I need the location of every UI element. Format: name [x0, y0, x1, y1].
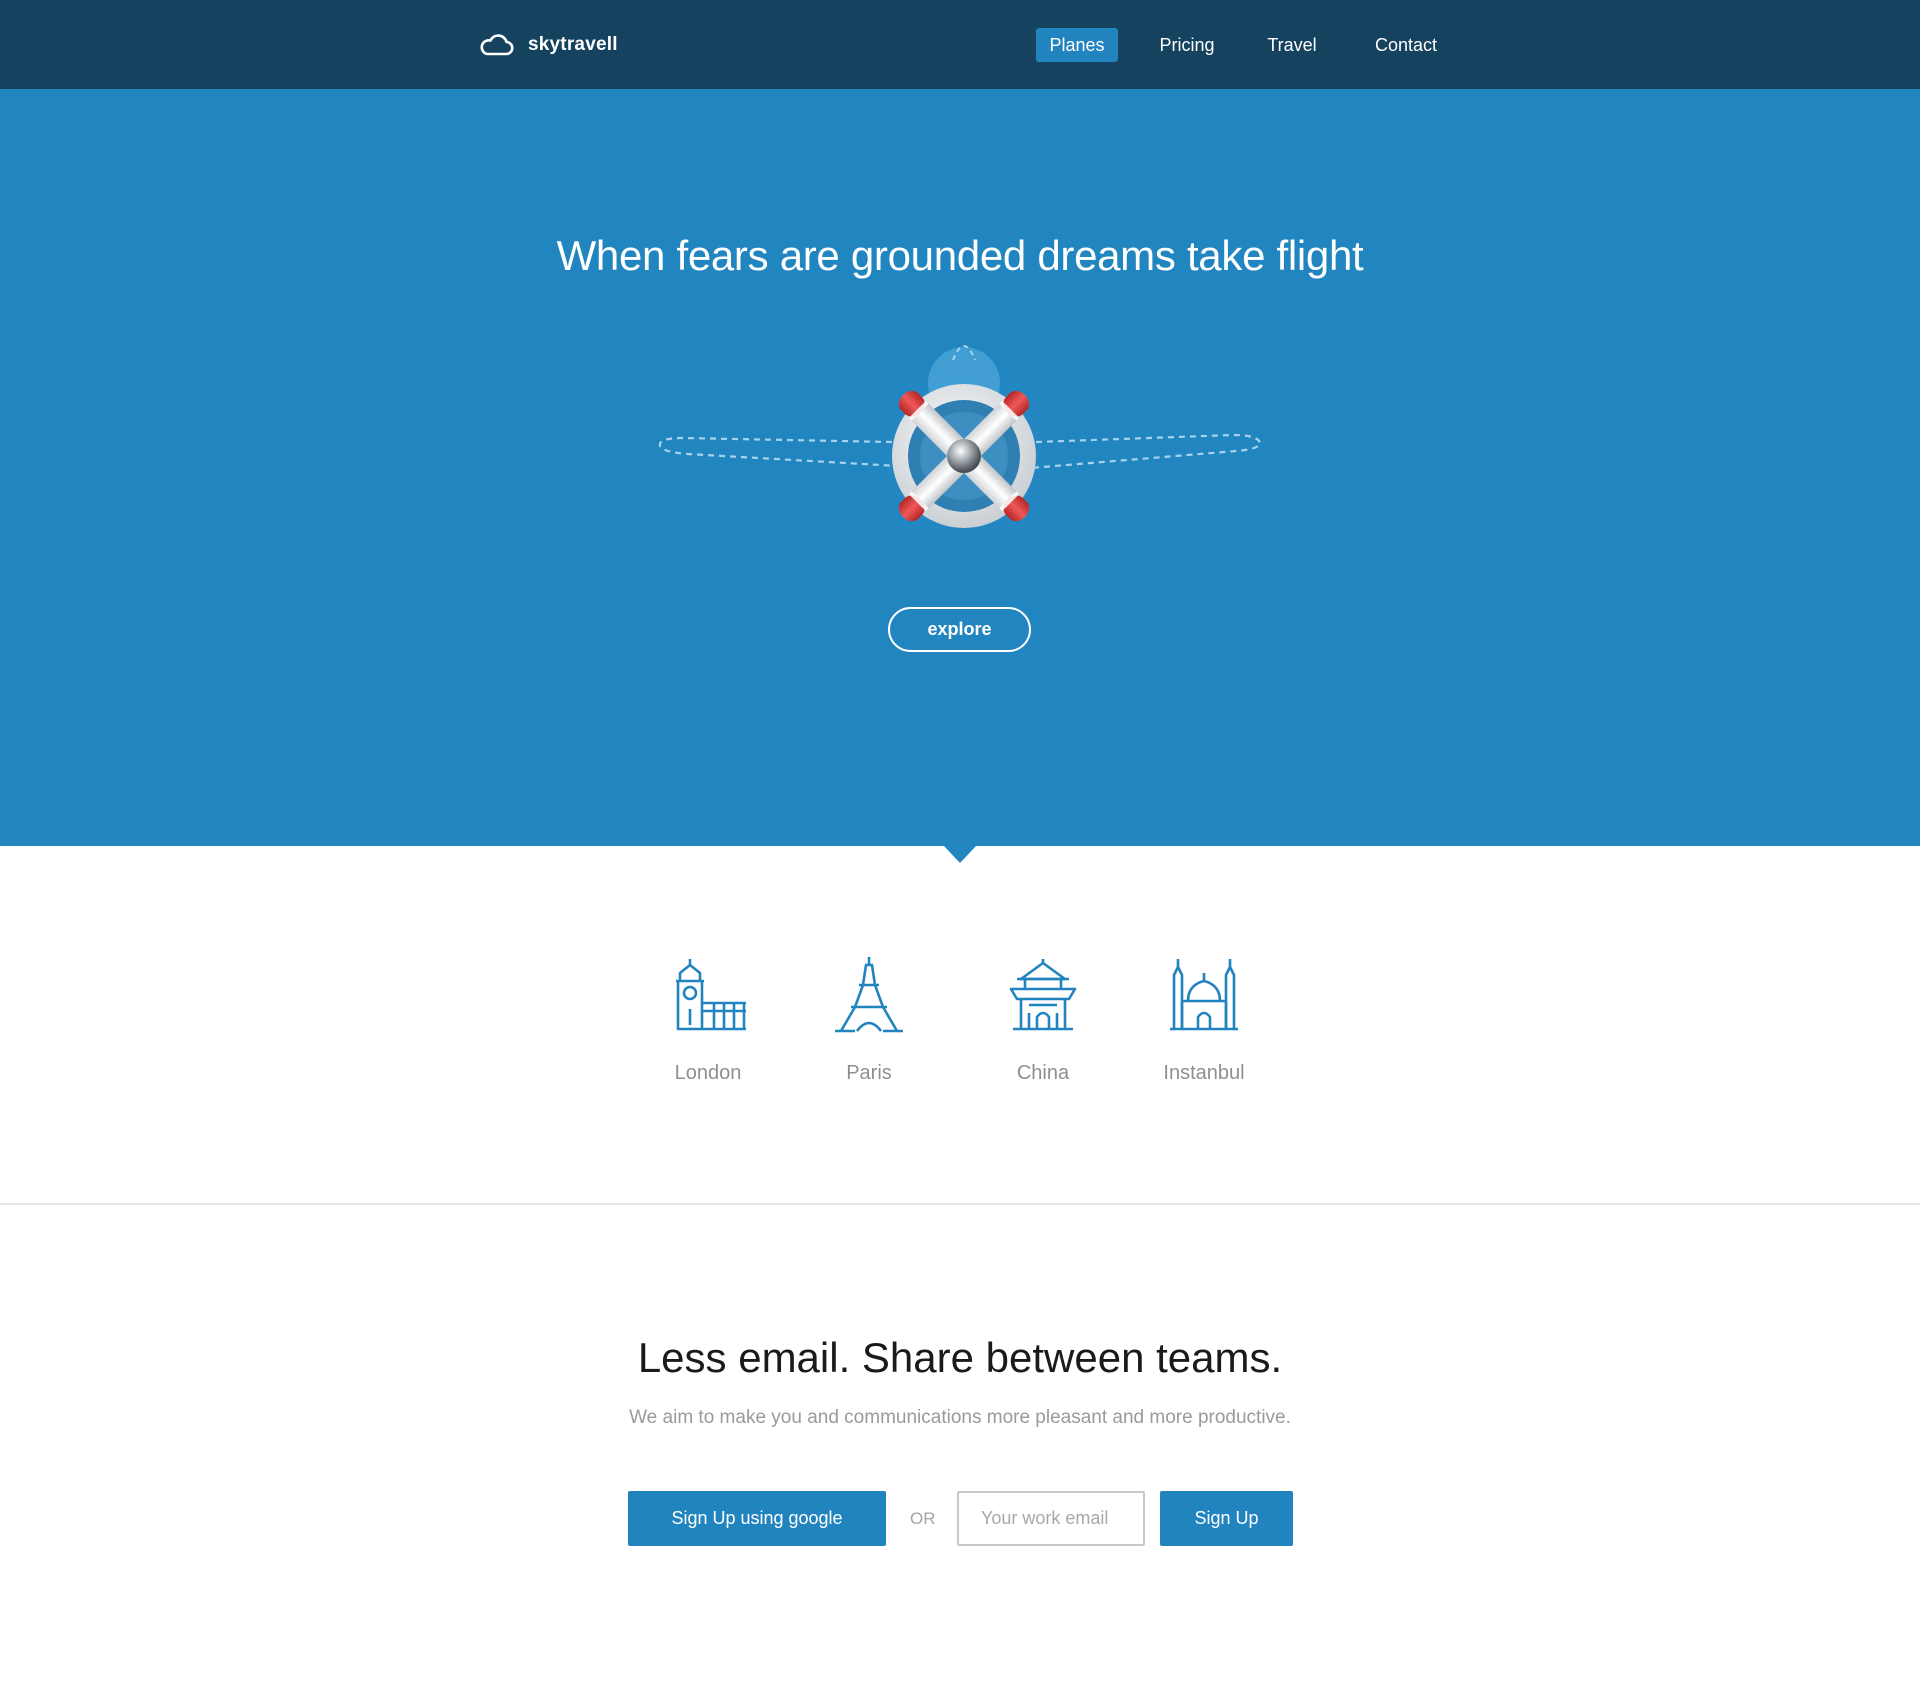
signup-title: Less email. Share between teams.	[637, 1334, 1283, 1381]
mosque-icon	[1170, 959, 1238, 1031]
destination-label: Paris	[846, 1062, 892, 1084]
destination-label: London	[674, 1062, 742, 1084]
destination-london[interactable]: London	[633, 955, 783, 1085]
explore-button[interactable]: explore	[888, 607, 1031, 652]
nav-planes[interactable]: Planes	[1036, 28, 1118, 62]
eiffel-tower-icon	[835, 957, 903, 1033]
email-field[interactable]	[957, 1491, 1145, 1546]
section-divider	[0, 1203, 1920, 1205]
big-ben-icon	[676, 959, 746, 1031]
pagoda-icon	[1009, 959, 1077, 1031]
google-signup-button[interactable]: Sign Up using google	[628, 1491, 886, 1546]
destination-instanbul[interactable]: Instanbul	[1129, 955, 1279, 1085]
nav-contact[interactable]: Contact	[1366, 28, 1446, 62]
hero-title: When fears are grounded dreams take flig…	[556, 232, 1364, 279]
destination-label: China	[1016, 1062, 1070, 1084]
signup-subtitle: We aim to make you and communications mo…	[629, 1407, 1291, 1428]
destination-label: Instanbul	[1163, 1062, 1245, 1084]
signup-button[interactable]: Sign Up	[1160, 1491, 1293, 1546]
destination-china[interactable]: China	[968, 955, 1118, 1085]
nav-pricing[interactable]: Pricing	[1150, 28, 1224, 62]
hero-pointer	[944, 846, 976, 863]
destination-paris[interactable]: Paris	[794, 955, 944, 1085]
top-navbar: skytravell Planes Pricing Travel Contact	[0, 0, 1920, 89]
brand-name: skytravell	[528, 34, 618, 55]
brand-logo[interactable]: skytravell	[478, 30, 618, 60]
cloud-icon	[480, 34, 514, 56]
nav-travel[interactable]: Travel	[1258, 28, 1326, 62]
or-separator: OR	[910, 1509, 936, 1528]
propeller-plane-icon	[658, 344, 1262, 558]
